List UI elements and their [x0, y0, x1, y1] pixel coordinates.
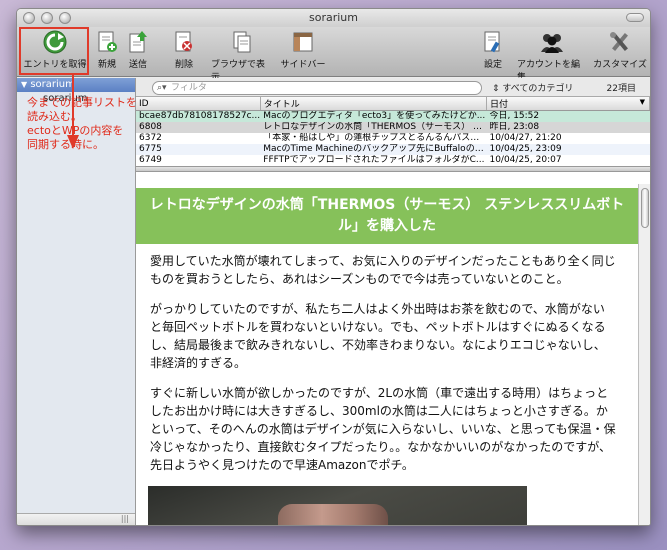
users-icon — [539, 29, 565, 55]
view-in-browser-button[interactable]: ブラウザで表示 — [211, 29, 273, 83]
window-title: sorarium — [309, 11, 358, 24]
article-preview: レトロなデザインの水筒「THERMOS（サーモス） ステンレススリムボトル」を購… — [136, 184, 638, 525]
annotation-arrow — [67, 73, 79, 149]
customize-label: カスタマイズ — [593, 60, 647, 70]
main-pane: ⌕▾ フィルタ ⇕ すべてのカテゴリ 22項目 ID タイトル 日付 ▼ bca… — [136, 78, 650, 525]
item-count: 22項目 — [606, 84, 636, 94]
cell-id: 6775 — [136, 144, 261, 155]
thermos-image — [278, 504, 388, 525]
tools-icon — [607, 29, 633, 55]
annotation-line: 今までの記事リストを — [27, 96, 137, 109]
cell-date: 今日, 15:52 — [486, 110, 650, 122]
article-paragraph: 愛用していた水筒が壊れてしまって、お気に入りのデザインだったこともあり全く同じも… — [150, 254, 616, 286]
column-header-id[interactable]: ID — [136, 97, 261, 111]
cell-title: レトロなデザインの水筒「THERMOS（サーモス） ス... — [260, 122, 487, 133]
cell-title: MacのTime Machineのバックアップ先にBuffaloのLi... — [260, 144, 487, 155]
cell-date: 10/04/27, 21:20 — [489, 133, 562, 143]
send-label: 送信 — [128, 60, 147, 70]
article-photo — [148, 486, 527, 525]
toolbar-toggle-button[interactable] — [626, 13, 644, 22]
cell-id: 6808 — [136, 122, 261, 133]
new-document-icon — [94, 29, 120, 55]
updown-arrows-icon: ⇕ — [492, 84, 500, 94]
refresh-icon — [42, 29, 68, 55]
cell-id: 6749 — [139, 155, 162, 165]
column-header-title[interactable]: タイトル — [260, 97, 487, 111]
article-title: レトロなデザインの水筒「THERMOS（サーモス） ステンレススリムボトル」を購… — [136, 188, 638, 244]
category-select[interactable]: ⇕ すべてのカテゴリ — [492, 81, 573, 94]
cell-title: FFFTPでアップロードされたファイルはフォルダがC... — [263, 155, 485, 165]
cell-title: Macのブログエディタ「ecto3」を使ってみたけどか... — [260, 110, 487, 122]
sidebar-footer: ||| — [17, 513, 135, 525]
column-header-date-label: 日付 — [489, 100, 508, 110]
table-row[interactable]: 6808 レトロなデザインの水筒「THERMOS（サーモス） ス... 昨日, … — [136, 122, 650, 133]
entries-table: ID タイトル 日付 ▼ bcae87db78108178527c... Mac… — [136, 97, 650, 166]
sidebar-toggle-button[interactable]: サイドバー — [279, 29, 327, 70]
cell-title: 「本家・船はしや」の蓮根チップスとるんるんパスタ... — [263, 133, 487, 143]
sidebar-icon — [290, 29, 316, 55]
table-row[interactable]: 6372 「本家・船はしや」の蓮根チップスとるんるんパスタ... 10/04/2… — [136, 133, 650, 144]
app-window: sorarium エントリを取得 新規 送信 削除 ブラウザで表 サイドバー 設… — [16, 8, 651, 526]
cell-date: 10/04/25, 20:07 — [489, 155, 562, 165]
annotation-line: 同期する時に。 — [27, 138, 104, 151]
toolbar: エントリを取得 新規 送信 削除 ブラウザで表 サイドバー 設定 アカウントを編… — [17, 27, 650, 83]
settings-button[interactable]: 設定 — [479, 29, 507, 70]
cell-id: bcae87db78108178527c... — [136, 110, 261, 122]
delete-button[interactable]: 削除 — [169, 29, 199, 70]
browser-document-icon — [229, 29, 255, 55]
cell-date: 10/04/25, 23:09 — [486, 144, 650, 155]
article-scrollbar[interactable] — [638, 184, 650, 525]
filter-input[interactable]: ⌕▾ フィルタ — [152, 81, 482, 95]
table-header: ID タイトル 日付 ▼ — [136, 97, 650, 111]
zoom-window-button[interactable] — [59, 12, 71, 24]
fetch-entries-label: エントリを取得 — [23, 60, 87, 70]
category-label: すべてのカテゴリ — [502, 84, 574, 94]
filter-bar: ⌕▾ フィルタ ⇕ すべてのカテゴリ 22項目 — [136, 78, 650, 97]
article-paragraph: すぐに新しい水筒が欲しかったのですが、2Lの水筒（車で遠出する時用）はちょっとし… — [150, 386, 616, 472]
new-entry-label: 新規 — [97, 60, 116, 70]
pane-splitter[interactable] — [136, 166, 650, 172]
new-entry-button[interactable]: 新規 — [93, 29, 121, 70]
close-window-button[interactable] — [23, 12, 35, 24]
settings-label: 設定 — [483, 60, 502, 70]
upload-document-icon — [125, 29, 151, 55]
article-body: 愛用していた水筒が壊れてしまって、お気に入りのデザインだったこともあり全く同じも… — [136, 244, 638, 525]
annotation-line: ectoとWPの内容を — [27, 124, 124, 137]
disclosure-triangle-icon[interactable]: ▼ — [21, 80, 27, 89]
customize-button[interactable]: カスタマイズ — [592, 29, 648, 70]
title-bar: sorarium — [17, 9, 650, 27]
scrollbar-thumb[interactable] — [641, 188, 649, 228]
annotation-note: 今までの記事リストを 読み込む。 ectoとWPの内容を 同期する時に。 — [27, 96, 137, 152]
table-row[interactable]: bcae87db78108178527c... Macのブログエディタ「ecto… — [136, 110, 650, 122]
minimize-window-button[interactable] — [41, 12, 53, 24]
resize-grip-icon[interactable]: ||| — [121, 514, 129, 523]
sidebar-toggle-label: サイドバー — [280, 60, 326, 70]
edit-accounts-button[interactable]: アカウントを編集 — [517, 29, 587, 83]
cell-id: 6372 — [139, 133, 162, 143]
column-header-date[interactable]: 日付 ▼ — [486, 97, 650, 111]
filter-placeholder: フィルタ — [171, 83, 207, 93]
delete-document-icon — [171, 29, 197, 55]
delete-label: 削除 — [174, 60, 193, 70]
annotation-line: 読み込む。 — [27, 110, 82, 123]
window-controls — [23, 12, 71, 24]
table-row[interactable]: 6775 MacのTime Machineのバックアップ先にBuffaloのLi… — [136, 144, 650, 155]
table-row[interactable]: 6749 FFFTPでアップロードされたファイルはフォルダがC... 10/04… — [136, 155, 650, 166]
sort-descending-icon: ▼ — [639, 98, 645, 106]
cell-date: 昨日, 23:08 — [486, 122, 650, 133]
article-paragraph: がっかりしていたのですが、私たち二人はよく外出時はお茶を飲むので、水筒がないと毎… — [150, 302, 606, 370]
fetch-entries-button[interactable]: エントリを取得 — [22, 29, 88, 70]
settings-document-icon — [480, 29, 506, 55]
search-icon: ⌕▾ — [157, 83, 167, 93]
send-button[interactable]: 送信 — [124, 29, 152, 70]
